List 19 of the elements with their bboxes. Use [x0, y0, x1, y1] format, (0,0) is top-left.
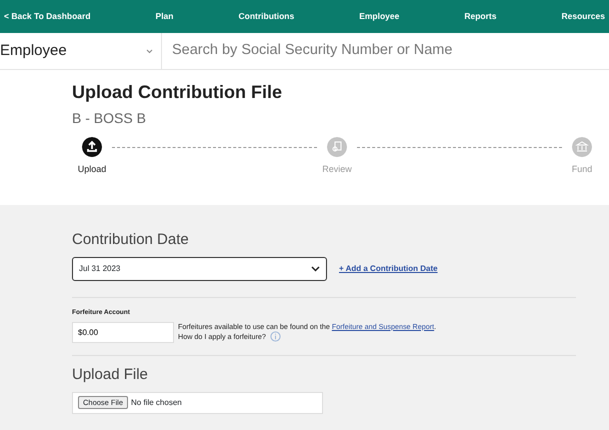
step-label: Fund [572, 162, 592, 176]
step-label: Upload [78, 162, 106, 176]
page-subtitle: B - BOSS B [72, 108, 147, 128]
chevron-down-icon [146, 48, 153, 54]
page-title: Upload Contribution File [72, 82, 283, 104]
forfeiture-field[interactable]: $0.00 [72, 322, 174, 343]
add-date-link[interactable]: + Add a Contribution Date [339, 263, 438, 275]
nav-link[interactable]: Contributions [238, 10, 294, 23]
info-icon[interactable] [270, 331, 281, 342]
step-label: Review [322, 162, 352, 176]
section-heading: Upload File [72, 366, 149, 384]
nav-link[interactable]: Reports [464, 10, 496, 23]
nav-link[interactable]: Resources [561, 10, 605, 23]
chevron-down-icon [311, 266, 320, 272]
section-heading: Contribution Date [72, 231, 190, 249]
nav-link[interactable]: < Back To Dashboard [4, 10, 91, 23]
nav-link[interactable]: Plan [156, 10, 174, 23]
date-select[interactable]: Jul 31 2023 [72, 257, 327, 281]
nav-link[interactable]: Employee [359, 10, 400, 23]
